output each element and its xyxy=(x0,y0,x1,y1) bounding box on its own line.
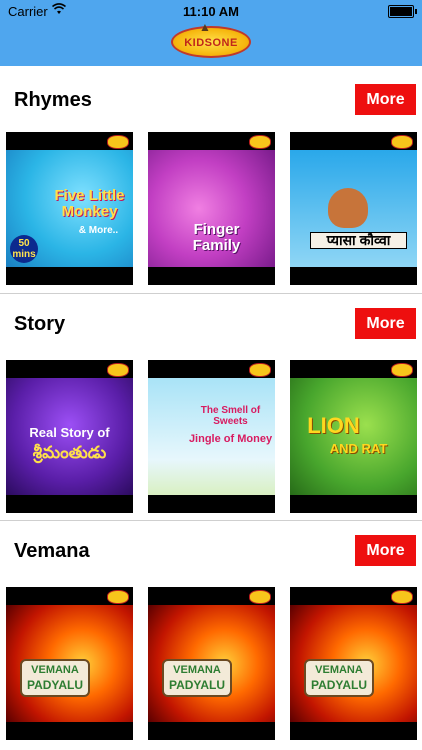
kidsone-badge-icon xyxy=(249,135,271,149)
thumbnail-subcaption: శ్రీమంతుడు xyxy=(32,443,107,462)
kidsone-badge-icon xyxy=(107,363,129,377)
video-thumbnail[interactable]: Real Story of శ్రీమంతుడు xyxy=(6,360,133,513)
status-bar: Carrier 11:10 AM xyxy=(0,0,422,22)
thumbnail-caption: प्यासा कौव्वा xyxy=(310,232,407,249)
more-button[interactable]: More xyxy=(355,535,416,566)
thumbnail-art: प्यासा कौव्वा xyxy=(290,150,417,267)
pot-graphic xyxy=(328,188,368,228)
battery-icon xyxy=(388,5,417,18)
thumbnail-caption: Finger Family xyxy=(192,221,241,254)
section-vemana: Vemana More VEMANA PADYALU VEMANA PADYAL… xyxy=(0,535,422,750)
thumbnail-subcaption: AND RAT xyxy=(329,441,388,456)
video-thumbnail[interactable]: प्यासा कौव्वा xyxy=(290,132,417,285)
thumbnail-art: VEMANA PADYALU xyxy=(148,605,275,722)
kidsone-badge-icon xyxy=(107,590,129,604)
thumbnail-subcaption: PADYALU xyxy=(26,678,83,692)
kidsone-logo: ▲ KIDSONE xyxy=(171,20,251,58)
thumbnail-caption: Five Little Monkey xyxy=(54,187,125,220)
duration-badge: 50 mins xyxy=(10,235,38,263)
thumbnail-caption: LION xyxy=(307,413,360,438)
thumbnail-subcaption: PADYALU xyxy=(168,678,225,692)
thumbnail-art: Real Story of శ్రీమంతుడు xyxy=(6,378,133,495)
video-thumbnail[interactable]: Finger Family xyxy=(148,132,275,285)
section-rhymes: Rhymes More Five Little Monkey & More.. … xyxy=(0,84,422,289)
section-title: Story xyxy=(14,313,66,335)
more-button[interactable]: More xyxy=(355,84,416,115)
logo-text: KIDSONE xyxy=(184,37,238,49)
section-title: Rhymes xyxy=(14,89,92,111)
thumbnail-caption: VEMANA xyxy=(173,664,221,676)
kidsone-badge-icon xyxy=(391,590,413,604)
thumbnail-caption: Real Story of xyxy=(29,425,110,440)
thumbnail-art: VEMANA PADYALU xyxy=(290,605,417,722)
thumbnail-caption: VEMANA xyxy=(31,664,79,676)
navigation-bar: Carrier 11:10 AM ▲ KIDSONE xyxy=(0,0,422,66)
section-title: Vemana xyxy=(14,540,90,562)
thumbnail-art: VEMANA PADYALU xyxy=(6,605,133,722)
thumbnail-art: Five Little Monkey & More.. 50 mins xyxy=(6,150,133,267)
video-thumbnail[interactable]: The Smell of Sweets Jingle of Money xyxy=(148,360,275,513)
kidsone-badge-icon xyxy=(249,363,271,377)
section-divider xyxy=(0,520,422,521)
video-thumbnail[interactable]: VEMANA PADYALU xyxy=(290,587,417,740)
video-thumbnail[interactable]: VEMANA PADYALU xyxy=(6,587,133,740)
thumbnail-caption: VEMANA xyxy=(315,664,363,676)
video-thumbnail[interactable]: LION AND RAT xyxy=(290,360,417,513)
kidsone-badge-icon xyxy=(391,363,413,377)
thumbnail-subcaption: & More.. xyxy=(78,225,119,236)
thumbnail-art: Finger Family xyxy=(148,150,275,267)
kidsone-badge-icon xyxy=(391,135,413,149)
thumbnail-art: The Smell of Sweets Jingle of Money xyxy=(148,378,275,495)
video-thumbnail[interactable]: Five Little Monkey & More.. 50 mins xyxy=(6,132,133,285)
app-screen: Carrier 11:10 AM ▲ KIDSONE Rhymes More F… xyxy=(0,0,422,750)
clock-label: 11:10 AM xyxy=(183,4,239,19)
kidsone-badge-icon xyxy=(107,135,129,149)
thumbnail-caption: The Smell of Sweets xyxy=(200,405,261,427)
kidsone-badge-icon xyxy=(249,590,271,604)
video-thumbnail[interactable]: VEMANA PADYALU xyxy=(148,587,275,740)
thumbnail-subcaption: PADYALU xyxy=(310,678,367,692)
section-story: Story More Real Story of శ్రీమంతుడు The … xyxy=(0,308,422,513)
more-button[interactable]: More xyxy=(355,308,416,339)
section-divider xyxy=(0,293,422,294)
thumbnail-art: LION AND RAT xyxy=(290,378,417,495)
thumbnail-subcaption: Jingle of Money xyxy=(188,433,273,445)
logo-hat-icon: ▲ xyxy=(199,20,211,34)
